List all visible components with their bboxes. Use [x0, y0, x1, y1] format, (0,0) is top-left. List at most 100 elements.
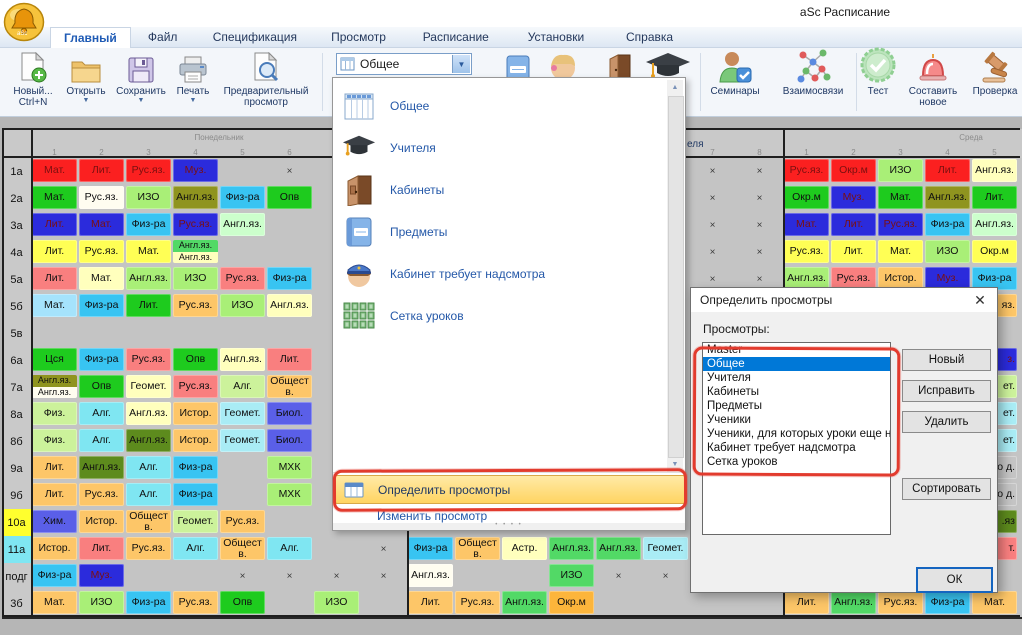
lesson-cell[interactable]: × — [736, 158, 784, 187]
empty-cell[interactable] — [1018, 320, 1022, 349]
empty-cell[interactable] — [219, 482, 267, 511]
lesson-cell[interactable]: Лит. — [924, 158, 972, 187]
empty-cell[interactable] — [78, 320, 126, 349]
empty-cell[interactable] — [172, 563, 220, 592]
empty-cell[interactable] — [219, 239, 267, 268]
empty-cell[interactable] — [31, 320, 79, 349]
tab-Просмотр[interactable]: Просмотр — [318, 27, 399, 48]
lesson-cell[interactable]: Лит. — [31, 239, 79, 268]
empty-cell[interactable] — [1018, 266, 1022, 295]
lesson-cell[interactable]: Обществ. — [454, 536, 502, 565]
lesson-cell[interactable]: МХК — [266, 455, 314, 484]
row-label-7а[interactable]: 7а — [2, 374, 31, 403]
lesson-cell[interactable]: Астр. — [501, 536, 549, 565]
lesson-cell[interactable]: Алг. — [125, 482, 173, 511]
lesson-cell[interactable]: Опв — [172, 347, 220, 376]
lesson-cell[interactable]: Геомет. — [642, 536, 690, 565]
lesson-cell[interactable]: Геомет. — [172, 509, 220, 538]
lesson-cell[interactable]: Мат. — [877, 239, 925, 268]
empty-cell[interactable] — [1018, 563, 1022, 592]
lesson-cell[interactable]: Физ-ра — [172, 482, 220, 511]
lesson-cell[interactable]: Истор. — [172, 401, 220, 430]
lesson-cell[interactable]: Физ-ра — [172, 455, 220, 484]
составить-button[interactable]: Составитьновое — [898, 50, 968, 114]
lesson-cell[interactable]: Англ.яз. — [924, 185, 972, 214]
lesson-cell[interactable]: Физ-ра — [407, 536, 455, 565]
lesson-cell[interactable]: Физ-ра — [31, 563, 79, 592]
row-label-11а[interactable]: 11а — [2, 536, 31, 565]
lesson-cell[interactable]: Физ-ра — [219, 185, 267, 214]
lesson-cell[interactable]: Англ.яз. — [971, 158, 1019, 187]
empty-cell[interactable] — [1018, 455, 1022, 484]
empty-cell[interactable] — [125, 320, 173, 349]
empty-cell[interactable] — [501, 563, 549, 592]
семинары-button[interactable]: Семинары — [702, 50, 768, 114]
lesson-cell[interactable]: Истор. — [31, 536, 79, 565]
tab-Установки[interactable]: Установки — [515, 27, 597, 48]
lesson-cell[interactable]: Мат. — [31, 293, 79, 322]
lesson-cell[interactable]: ИЗО — [125, 185, 173, 214]
взаимосвязи-button[interactable]: Взаимосвязи — [770, 50, 856, 114]
lesson-cell[interactable]: Рус.яз. — [78, 239, 126, 268]
lesson-cell[interactable]: Рус.яз. — [125, 347, 173, 376]
lesson-cell[interactable]: Англ.яз.Англ.яз. — [31, 374, 79, 403]
lesson-cell[interactable]: × — [266, 158, 314, 187]
lesson-cell[interactable]: Лит. — [31, 482, 79, 511]
lesson-cell[interactable]: Лит. — [31, 455, 79, 484]
lesson-cell[interactable]: Рус.яз. — [78, 185, 126, 214]
lesson-cell[interactable]: Обществ. — [219, 536, 267, 565]
combo-dropdown-button[interactable]: ▼ — [452, 55, 470, 73]
lesson-cell[interactable]: Истор. — [78, 509, 126, 538]
empty-cell[interactable] — [1018, 158, 1022, 187]
empty-cell[interactable] — [1018, 185, 1022, 214]
lesson-cell[interactable]: × — [736, 239, 784, 268]
lesson-cell[interactable]: × — [219, 563, 267, 592]
lesson-cell[interactable]: ИЗО — [877, 158, 925, 187]
lesson-cell[interactable]: Англ.яз. — [548, 536, 596, 565]
dropdown-scrollbar[interactable]: ▲ ▼ — [667, 80, 683, 472]
row-label-6а[interactable]: 6а — [2, 347, 31, 376]
empty-cell[interactable] — [266, 509, 314, 538]
row-label-10а[interactable]: 10а — [2, 509, 31, 538]
lesson-cell[interactable]: Муз. — [78, 563, 126, 592]
lesson-cell[interactable]: Физ-ра — [125, 212, 173, 241]
menu-item-общее[interactable]: Общее — [334, 85, 664, 127]
empty-cell[interactable] — [219, 320, 267, 349]
lesson-cell[interactable]: Геомет. — [219, 428, 267, 457]
lesson-cell[interactable]: Англ.яз. — [266, 293, 314, 322]
menu-item-предметы[interactable]: Предметы — [334, 211, 664, 253]
ok-button[interactable]: ОК — [916, 567, 993, 593]
lesson-cell[interactable]: ИЗО — [548, 563, 596, 592]
lesson-cell[interactable]: Англ.яз. — [407, 563, 455, 592]
lesson-cell[interactable]: Алг. — [78, 401, 126, 430]
row-label-8а[interactable]: 8а — [2, 401, 31, 430]
empty-cell[interactable] — [454, 563, 502, 592]
lesson-cell[interactable]: Рус.яз. — [172, 212, 220, 241]
lesson-cell[interactable]: Муз. — [172, 158, 220, 187]
lesson-cell[interactable]: ИЗО — [219, 293, 267, 322]
lesson-cell[interactable]: × — [313, 563, 361, 592]
lesson-cell[interactable]: Мат. — [877, 185, 925, 214]
empty-cell[interactable] — [266, 239, 314, 268]
empty-cell[interactable] — [1018, 293, 1022, 322]
lesson-cell[interactable]: Цся — [31, 347, 79, 376]
scroll-thumb[interactable] — [668, 96, 684, 458]
row-label-подг[interactable]: подг — [2, 563, 31, 592]
lesson-cell[interactable]: Рус.яз. — [219, 266, 267, 295]
lesson-cell[interactable]: Окр.м — [783, 185, 831, 214]
lesson-cell[interactable]: Биол. — [266, 401, 314, 430]
lesson-cell[interactable]: × — [595, 563, 643, 592]
empty-cell[interactable] — [125, 563, 173, 592]
lesson-cell[interactable]: Опв — [78, 374, 126, 403]
lesson-cell[interactable]: Англ.яз. — [125, 266, 173, 295]
lesson-cell[interactable]: × — [736, 185, 784, 214]
lesson-cell[interactable]: Англ.яз. — [219, 347, 267, 376]
empty-cell[interactable] — [219, 158, 267, 187]
lesson-cell[interactable]: Англ.яз. — [125, 401, 173, 430]
lesson-cell[interactable]: × — [360, 536, 408, 565]
row-label-5а[interactable]: 5а — [2, 266, 31, 295]
lesson-cell[interactable]: Англ.яз. — [595, 536, 643, 565]
lesson-cell[interactable]: Мат. — [78, 212, 126, 241]
lesson-cell[interactable]: Мат. — [31, 158, 79, 187]
lesson-cell[interactable]: Алг. — [266, 536, 314, 565]
